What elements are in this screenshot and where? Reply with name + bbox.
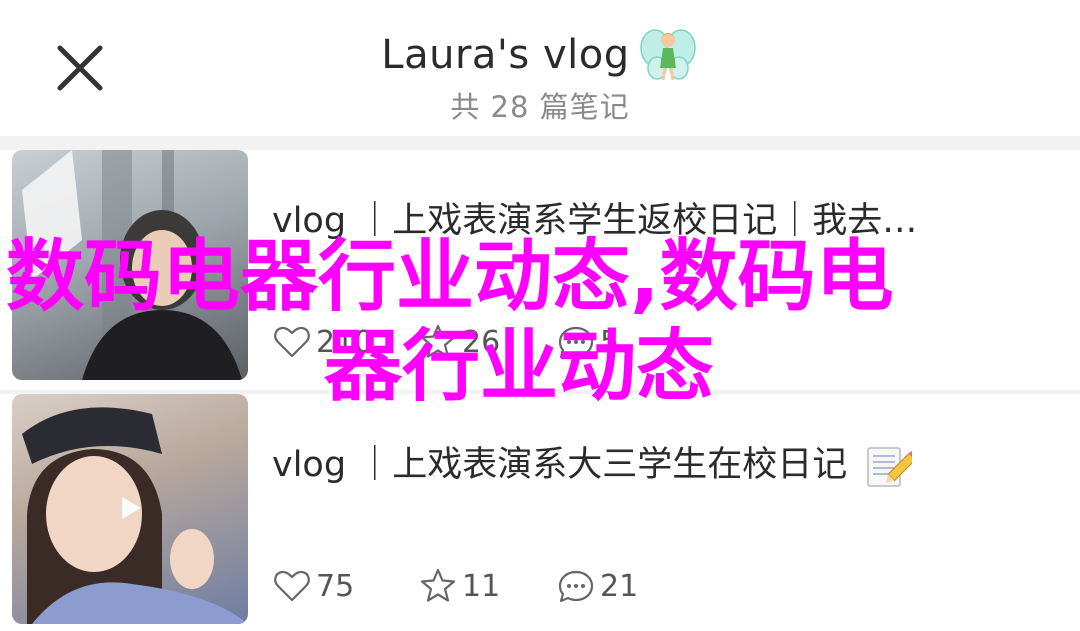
watermark-line-2: 器行业动态: [324, 322, 715, 412]
header: Laura's vlog 共 28 篇笔记: [0, 0, 1080, 136]
favorite-button[interactable]: 11: [418, 566, 500, 606]
favorite-count: 11: [462, 568, 501, 604]
memo-pencil-emoji-icon: [867, 447, 913, 487]
comment-icon: [558, 570, 594, 603]
heart-icon: [274, 570, 310, 602]
note-stats: 75 11 21: [272, 566, 1032, 606]
note-count: 共 28 篇笔记: [450, 90, 630, 124]
title-row: Laura's vlog: [0, 24, 1080, 86]
note-title[interactable]: vlog ｜上戏表演系大三学生在校日记: [272, 436, 1062, 490]
collection-page: Laura's vlog 共 28 篇笔记 vlog ｜上戏表演系学生返校日记｜…: [0, 0, 1080, 631]
heart-icon: [274, 326, 310, 358]
star-icon: [420, 568, 456, 602]
watermark-line-1: 数码电器行业动态,数码电: [6, 232, 894, 322]
comment-count: 21: [600, 568, 639, 604]
note-thumbnail[interactable]: [12, 394, 248, 624]
like-button[interactable]: 75: [272, 566, 354, 606]
comment-button[interactable]: 21: [556, 566, 638, 606]
video-play-icon[interactable]: [118, 494, 144, 522]
like-count: 75: [316, 568, 355, 604]
page-title: Laura's vlog: [381, 32, 630, 78]
note-title-text: vlog ｜上戏表演系大三学生在校日记: [272, 445, 848, 485]
list-item[interactable]: vlog ｜上戏表演系大三学生在校日记 75 11 21: [0, 394, 1080, 631]
fairy-emoji-icon: [639, 29, 696, 81]
